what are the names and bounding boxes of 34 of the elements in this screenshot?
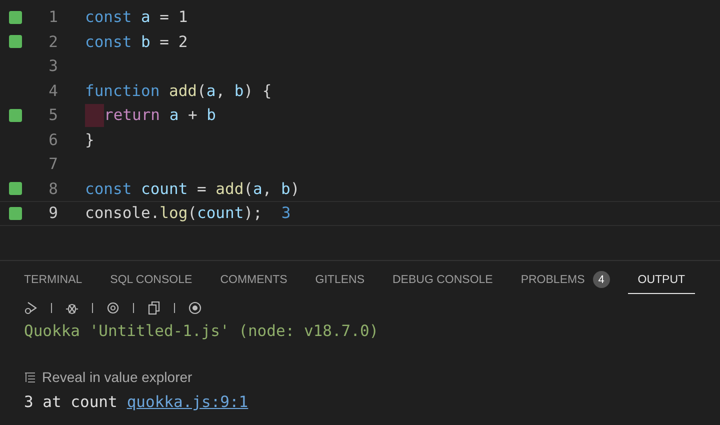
output-text: 3 at count (24, 393, 118, 411)
panel-tab[interactable]: PROBLEMS 4 (510, 262, 620, 296)
line-number: 2 (48, 32, 58, 51)
panel-tab[interactable]: GITLENS (305, 264, 374, 294)
line-number: 8 (48, 180, 58, 198)
line-number: 4 (48, 82, 58, 100)
file-link[interactable]: quokka.js:9:1 (126, 393, 248, 411)
code-editor[interactable]: 1 const a = 1 2 const b = 2 3 4 function add(a, b) { 5 return a + b 6 } 7 8 const count = add(a, b) 9 console.log(count); 3 (0, 0, 720, 261)
code-line: console.log(count); (85, 204, 262, 222)
panel-tab[interactable]: TERMINAL (14, 264, 92, 294)
line-number: 3 (48, 57, 58, 76)
line-number: 6 (48, 130, 58, 149)
code-line: const count = add(a, b) (85, 180, 300, 198)
stop-icon[interactable] (188, 301, 202, 315)
code-line: return a + b (104, 106, 216, 124)
reveal-link[interactable]: Reveal in value explorer (42, 369, 192, 385)
line-number: 9 (48, 204, 58, 222)
line-number: 7 (48, 155, 58, 174)
copy-icon[interactable] (147, 301, 161, 315)
panel-tab[interactable]: DEBUG CONSOLE (382, 264, 503, 294)
run-icon[interactable] (24, 301, 38, 315)
line-number: 1 (48, 8, 58, 26)
code-line: function add(a, b) { (85, 82, 272, 100)
panel-tab[interactable]: OUTPUT (628, 264, 696, 294)
output-header: Quokka 'Untitled-1.js' (node: v18.7.0) (24, 321, 380, 342)
code-line: const b = 2 (85, 32, 188, 51)
panel-tab[interactable]: SQL CONSOLE (100, 264, 202, 294)
inline-value: 3 (281, 204, 291, 222)
code-line: const a = 1 (85, 8, 188, 26)
code-line: } (85, 130, 94, 149)
line-number: 5 (48, 106, 58, 124)
panel-tab[interactable]: COMMENTS (210, 264, 298, 294)
list-icon (24, 371, 36, 383)
bug-icon[interactable] (65, 301, 79, 315)
